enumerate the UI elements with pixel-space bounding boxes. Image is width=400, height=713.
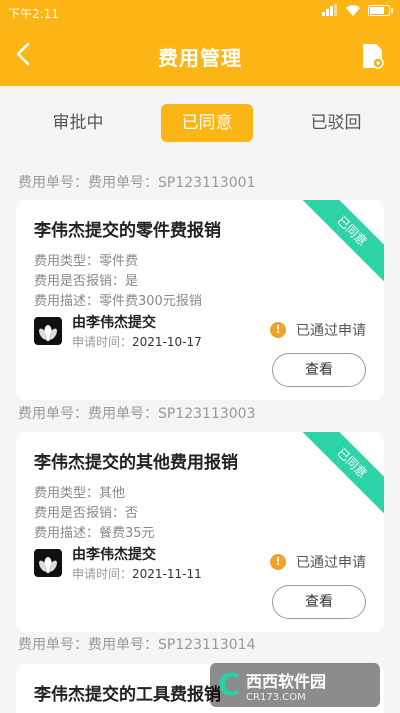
expense-title: 李伟杰提交的其他费用报销 [34, 453, 238, 473]
apply-time: 申请时间：2021-11-11 [72, 565, 202, 582]
view-button[interactable]: 查看 [272, 585, 366, 619]
avatar [34, 549, 62, 577]
expense-number-label: 费用单号：费用单号：SP123113003 [18, 406, 256, 422]
nav-bar: 费用管理 [0, 28, 400, 84]
expense-type: 费用类型：其他 [34, 486, 126, 501]
battery-icon [368, 4, 393, 16]
status-indicator: ! 已通过申请 [270, 552, 366, 572]
expense-title: 李伟杰提交的工具费报销 [34, 685, 221, 705]
status-text: 已通过申请 [296, 323, 366, 339]
document-settings-icon[interactable] [360, 42, 386, 70]
apply-time-label: 申请时间： [72, 567, 133, 581]
submitter: 由李伟杰提交 [72, 547, 156, 563]
page-title: 费用管理 [158, 46, 242, 70]
tab-rejected[interactable]: 已驳回 [290, 104, 382, 142]
apply-time-label: 申请时间： [72, 335, 133, 349]
status-bar: 下午2:11 [0, 0, 400, 24]
apply-time-value: 2021-10-17 [132, 335, 202, 349]
alert-icon: ! [270, 322, 286, 338]
status-text: 已通过申请 [296, 555, 366, 571]
watermark-name: 西西软件园 [246, 671, 327, 691]
app-header: 下午2:11 费用管理 [0, 0, 400, 86]
approved-ribbon: 已同意 [300, 200, 384, 283]
watermark-logo: C 西西软件园 CR173.COM [210, 663, 380, 707]
wifi-icon [346, 4, 360, 16]
tab-approved[interactable]: 已同意 [161, 104, 253, 142]
status-time: 下午2:11 [8, 7, 59, 21]
expense-title: 李伟杰提交的零件费报销 [34, 221, 221, 241]
expense-reimbursable: 费用是否报销：是 [34, 274, 139, 289]
view-button[interactable]: 查看 [272, 353, 366, 387]
signal-icon [322, 4, 338, 16]
apply-time-value: 2021-11-11 [132, 567, 202, 581]
watermark-url: CR173.COM [246, 691, 306, 703]
expense-type: 费用类型：零件费 [34, 254, 139, 269]
status-tabs: 审批中 已同意 已驳回 [0, 86, 400, 162]
expense-reimbursable: 费用是否报销：否 [34, 506, 139, 521]
status-indicator: ! 已通过申请 [270, 320, 366, 340]
expense-card[interactable]: 已同意 李伟杰提交的零件费报销 费用类型：零件费 费用是否报销：是 费用描述：零… [16, 200, 384, 400]
expense-card[interactable]: 已同意 李伟杰提交的其他费用报销 费用类型：其他 费用是否报销：否 费用描述：餐… [16, 432, 384, 632]
expense-description: 费用描述：零件费300元报销 [34, 294, 202, 309]
submitter: 由李伟杰提交 [72, 315, 156, 331]
alert-icon: ! [270, 554, 286, 570]
avatar [34, 317, 62, 345]
lotus-icon [39, 325, 57, 341]
expense-number-label: 费用单号：费用单号：SP123113014 [18, 637, 256, 653]
apply-time: 申请时间：2021-10-17 [72, 333, 202, 350]
watermark-icon: C [218, 667, 241, 703]
expense-description: 费用描述：餐费35元 [34, 526, 155, 541]
lotus-icon [39, 557, 57, 573]
expense-number-label: 费用单号：费用单号：SP123113001 [18, 175, 256, 191]
status-icons [322, 4, 393, 16]
approved-ribbon: 已同意 [300, 432, 384, 515]
tab-pending[interactable]: 审批中 [32, 104, 124, 142]
